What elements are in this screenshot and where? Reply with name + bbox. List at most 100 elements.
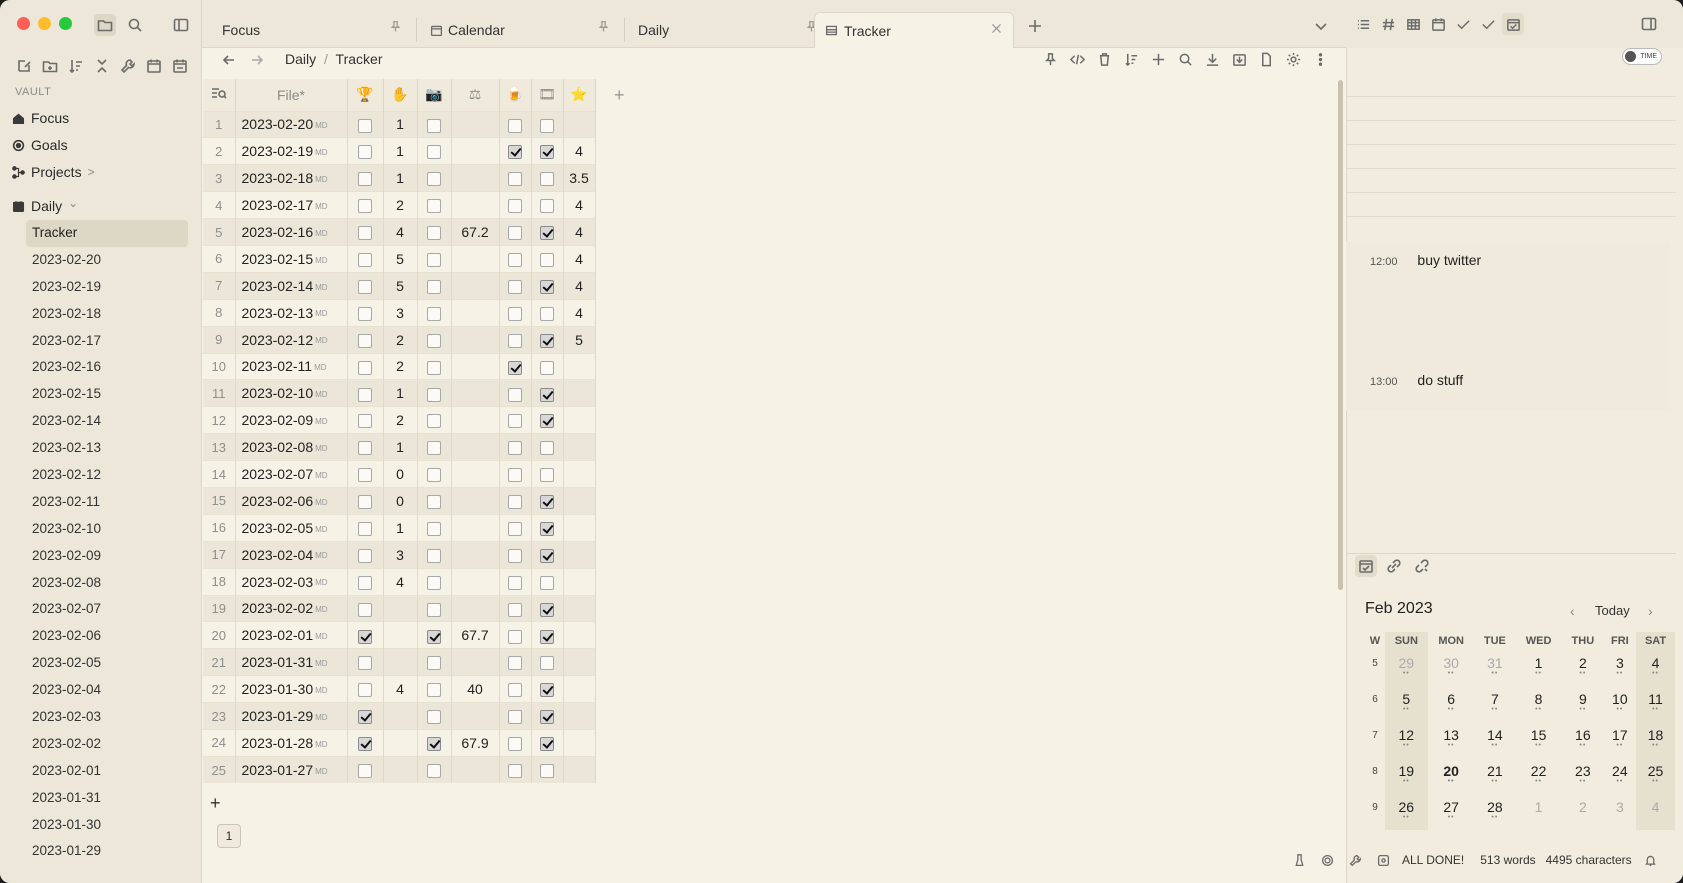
checkbox[interactable] bbox=[427, 683, 441, 698]
checkbox[interactable] bbox=[508, 414, 522, 429]
pin-icon[interactable] bbox=[1040, 49, 1061, 70]
value-cell[interactable]: 4 bbox=[563, 218, 596, 246]
checkbox[interactable] bbox=[358, 118, 372, 133]
value-cell[interactable] bbox=[451, 540, 500, 569]
search-icon[interactable] bbox=[1175, 49, 1196, 70]
calendar-day[interactable]: 19 •• bbox=[1385, 758, 1428, 794]
file-link[interactable]: 2023-02-03 bbox=[242, 574, 314, 590]
file-link[interactable]: 2023-02-11 bbox=[242, 358, 313, 374]
value-cell[interactable] bbox=[563, 110, 596, 138]
file-cell[interactable]: 2023-02-15 MD bbox=[235, 244, 348, 273]
download-icon[interactable] bbox=[1202, 49, 1223, 70]
file-cell[interactable]: 2023-01-30 MD bbox=[235, 675, 348, 703]
checkbox[interactable] bbox=[358, 521, 372, 536]
new-note-icon[interactable] bbox=[13, 55, 35, 77]
sidebar-item-2023-02-05[interactable]: 2023-02-05 bbox=[26, 650, 188, 677]
value-cell[interactable]: 2 bbox=[383, 406, 418, 434]
value-cell[interactable]: 1 bbox=[383, 137, 418, 165]
right-sidebar-toggle-icon[interactable] bbox=[1637, 13, 1661, 35]
checkbox[interactable] bbox=[540, 333, 554, 348]
checkbox[interactable] bbox=[427, 199, 441, 214]
checkbox[interactable] bbox=[508, 145, 522, 160]
file-link[interactable]: 2023-02-13 bbox=[242, 305, 314, 321]
checkbox[interactable] bbox=[508, 683, 522, 698]
checkbox[interactable] bbox=[508, 521, 522, 536]
value-cell[interactable] bbox=[383, 621, 418, 649]
file-cell[interactable]: 2023-02-17 MD bbox=[235, 191, 348, 219]
value-cell[interactable] bbox=[451, 325, 500, 354]
calendar-day[interactable]: 9 •• bbox=[1562, 686, 1603, 722]
value-cell[interactable] bbox=[563, 379, 596, 407]
checkbox[interactable] bbox=[358, 333, 372, 348]
add-column-button[interactable]: + bbox=[595, 79, 643, 111]
file-cell[interactable]: 2023-02-19 MD bbox=[235, 137, 348, 165]
week-number[interactable]: 9 bbox=[1365, 794, 1385, 830]
file-cell[interactable]: 2023-02-05 MD bbox=[235, 513, 348, 542]
checkbox[interactable] bbox=[427, 414, 441, 429]
list-icon[interactable] bbox=[1352, 13, 1374, 35]
add-icon[interactable] bbox=[1148, 49, 1169, 70]
checkbox[interactable] bbox=[358, 172, 372, 187]
checkbox[interactable] bbox=[508, 602, 522, 617]
file-cell[interactable]: 2023-01-31 MD bbox=[235, 648, 348, 676]
sidebar-item-2023-02-03[interactable]: 2023-02-03 bbox=[26, 704, 188, 731]
calendar-day[interactable]: 18 •• bbox=[1636, 722, 1675, 758]
wrench-icon[interactable] bbox=[117, 55, 139, 77]
value-cell[interactable]: 4 bbox=[383, 218, 418, 246]
sidebar-item-2023-02-07[interactable]: 2023-02-07 bbox=[26, 596, 188, 623]
file-link[interactable]: 2023-02-10 bbox=[242, 385, 314, 401]
value-cell[interactable] bbox=[451, 137, 500, 165]
checkbox[interactable] bbox=[427, 629, 441, 644]
checkbox[interactable] bbox=[540, 548, 554, 563]
sidebar-item-2023-02-14[interactable]: 2023-02-14 bbox=[26, 408, 188, 435]
checkbox[interactable] bbox=[508, 387, 522, 402]
file-cell[interactable]: 2023-02-02 MD bbox=[235, 594, 348, 622]
breadcrumb-parent[interactable]: Daily bbox=[285, 51, 316, 67]
sidebar-item-2023-02-15[interactable]: 2023-02-15 bbox=[26, 381, 188, 408]
value-cell[interactable] bbox=[451, 567, 500, 596]
hash-icon[interactable] bbox=[1377, 13, 1399, 35]
checkbox[interactable] bbox=[427, 548, 441, 563]
value-cell[interactable] bbox=[451, 460, 500, 488]
zoom-window-button[interactable] bbox=[59, 17, 72, 30]
sidebar-item-2023-02-04[interactable]: 2023-02-04 bbox=[26, 677, 188, 704]
value-cell[interactable]: 1 bbox=[383, 164, 418, 192]
checkbox[interactable] bbox=[508, 118, 522, 133]
file-cell[interactable]: 2023-01-29 MD bbox=[235, 702, 348, 730]
value-cell[interactable] bbox=[451, 594, 500, 622]
value-cell[interactable] bbox=[383, 702, 418, 730]
checkbox[interactable] bbox=[427, 253, 441, 268]
calendar-day[interactable]: 28 •• bbox=[1475, 794, 1515, 830]
gear-icon[interactable] bbox=[1283, 49, 1304, 70]
calendar-day[interactable]: 30 •• bbox=[1428, 650, 1475, 686]
sidebar-item-2023-02-01[interactable]: 2023-02-01 bbox=[26, 758, 188, 785]
file-link[interactable]: 2023-02-09 bbox=[242, 412, 314, 428]
file-link[interactable]: 2023-02-17 bbox=[242, 197, 314, 213]
link-icon[interactable] bbox=[1383, 555, 1405, 577]
calendar-day[interactable]: 24 •• bbox=[1604, 758, 1637, 794]
value-cell[interactable] bbox=[563, 513, 596, 542]
checkbox[interactable] bbox=[540, 387, 554, 402]
checkbox[interactable] bbox=[540, 414, 554, 429]
search-icon[interactable] bbox=[124, 14, 146, 36]
file-link[interactable]: 2023-02-07 bbox=[242, 466, 314, 482]
calendar-day[interactable]: 20 •• bbox=[1428, 758, 1475, 794]
value-cell[interactable] bbox=[383, 594, 418, 622]
col-beer-header[interactable]: 🍺 bbox=[499, 79, 532, 111]
sidebar-item-2023-02-12[interactable]: 2023-02-12 bbox=[26, 462, 188, 489]
calendar-day[interactable]: 8 •• bbox=[1515, 686, 1562, 722]
file-cell[interactable]: 2023-01-28 MD bbox=[235, 728, 348, 757]
nav-focus[interactable]: Focus bbox=[12, 107, 192, 129]
close-window-button[interactable] bbox=[17, 17, 30, 30]
file-link[interactable]: 2023-01-27 bbox=[242, 762, 314, 778]
checkbox[interactable] bbox=[508, 253, 522, 268]
checkbox[interactable] bbox=[427, 172, 441, 187]
value-cell[interactable] bbox=[451, 406, 500, 434]
checkbox[interactable] bbox=[540, 710, 554, 725]
sidebar-item-2023-02-19[interactable]: 2023-02-19 bbox=[26, 274, 188, 301]
value-cell[interactable] bbox=[383, 648, 418, 676]
calendar-day[interactable]: 14 •• bbox=[1475, 722, 1515, 758]
checkbox[interactable] bbox=[358, 548, 372, 563]
file-cell[interactable]: 2023-02-13 MD bbox=[235, 298, 348, 327]
checkbox[interactable] bbox=[508, 495, 522, 510]
